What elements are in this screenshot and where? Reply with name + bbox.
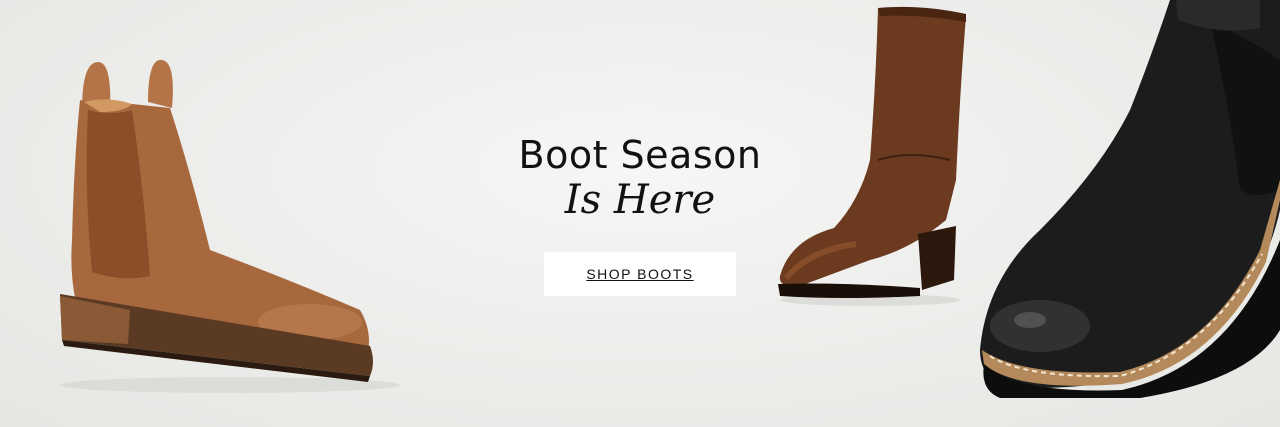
hero-banner[interactable]: Boot Season Is Here SHOP BOOTS	[0, 0, 1280, 427]
banner-subheadline: Is Here	[564, 177, 716, 223]
banner-headline: Boot Season	[518, 133, 762, 177]
tan-chelsea-boot-image[interactable]	[40, 40, 400, 400]
banner-copy: Boot Season Is Here	[440, 132, 840, 222]
black-chelsea-boot-image[interactable]	[960, 0, 1280, 400]
shop-boots-button[interactable]: SHOP BOOTS	[544, 252, 736, 296]
